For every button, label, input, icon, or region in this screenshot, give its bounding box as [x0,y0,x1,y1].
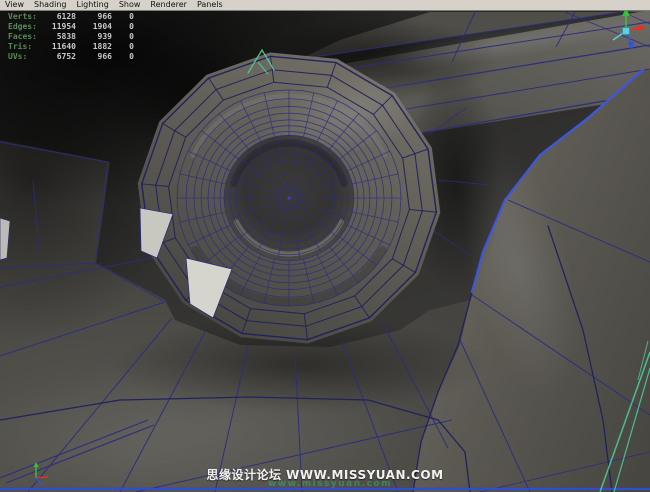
hud-value: 0 [112,52,134,61]
hud-value: 11954 [42,22,76,31]
menu-view[interactable]: View [0,0,29,10]
hud-value: 6128 [42,12,76,21]
hud-value: 6752 [42,52,76,61]
hud-row-edges: Edges: 11954 1904 0 [8,22,134,32]
hud-label: Edges: [8,22,42,31]
hud-row-verts: Verts: 6128 966 0 [8,12,134,22]
menu-panels[interactable]: Panels [192,0,228,10]
hud-value: 966 [76,52,112,61]
menu-lighting[interactable]: Lighting [71,0,113,10]
hud-value: 0 [112,42,134,51]
hud-value: 5838 [42,32,76,41]
hud-label: UVs: [8,52,42,61]
hud-label: Verts: [8,12,42,21]
viewport-menu-bar: View Shading Lighting Show Renderer Pane… [0,0,650,11]
maya-viewport-window: View Shading Lighting Show Renderer Pane… [0,0,650,492]
hud-value: 939 [76,32,112,41]
hud-value: 0 [112,12,134,21]
center-vertex [287,196,291,200]
hud-row-tris: Tris: 11640 1882 0 [8,41,134,51]
hud-label: Tris: [8,42,42,51]
hud-value: 1882 [76,42,112,51]
hud-row-faces: Faces: 5838 939 0 [8,32,134,42]
hud-value: 966 [76,12,112,21]
menu-renderer[interactable]: Renderer [145,0,192,10]
hud-row-uvs: UVs: 6752 966 0 [8,51,134,61]
menu-shading[interactable]: Shading [29,0,72,10]
watermark-text: 思缘设计论坛 WWW.MISSYUAN.COM [206,466,443,483]
hud-value: 0 [112,32,134,41]
viewport-canvas[interactable] [0,0,650,492]
poly-count-hud: Verts: 6128 966 0 Edges: 11954 1904 0 Fa… [8,12,134,61]
menu-show[interactable]: Show [114,0,146,10]
hud-label: Faces: [8,32,42,41]
hud-value: 0 [112,22,134,31]
hud-value: 1904 [76,22,112,31]
hud-value: 11640 [42,42,76,51]
